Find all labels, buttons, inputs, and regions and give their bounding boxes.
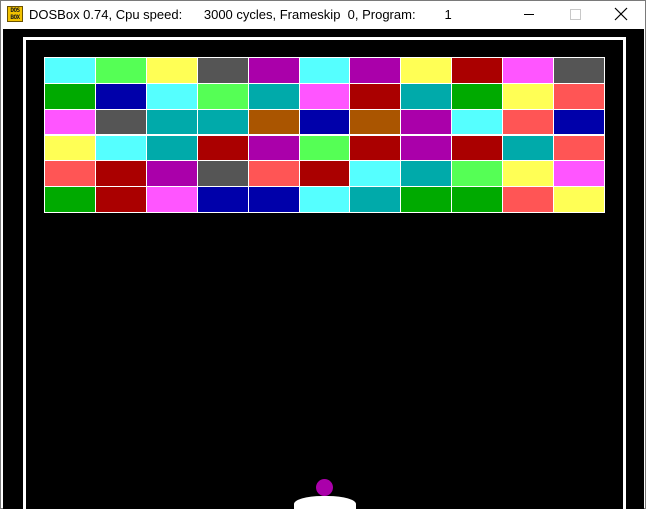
brick: [146, 58, 197, 83]
brick: [401, 83, 452, 109]
brick: [401, 135, 452, 161]
brick: [452, 161, 503, 187]
brick: [197, 58, 248, 83]
brick: [350, 58, 401, 83]
brick: [248, 58, 299, 83]
brick: [95, 161, 146, 187]
paddle[interactable]: [294, 496, 356, 509]
brick: [146, 187, 197, 212]
brick: [401, 109, 452, 135]
brick: [350, 161, 401, 187]
brick: [299, 58, 350, 83]
brick: [401, 161, 452, 187]
brick: [452, 83, 503, 109]
brick: [197, 187, 248, 212]
brick: [554, 83, 604, 109]
brick: [350, 135, 401, 161]
brick: [452, 187, 503, 212]
ball: [316, 479, 333, 496]
brick: [554, 135, 604, 161]
brick: [95, 187, 146, 212]
brick: [401, 58, 452, 83]
brick: [248, 187, 299, 212]
brick: [554, 161, 604, 187]
maximize-icon: [570, 9, 581, 20]
brick: [554, 58, 604, 83]
brick: [95, 109, 146, 135]
brick: [299, 109, 350, 135]
brick: [554, 109, 604, 135]
brick: [197, 135, 248, 161]
brick: [248, 109, 299, 135]
brick: [401, 187, 452, 212]
brick: [197, 83, 248, 109]
close-button[interactable]: [598, 1, 644, 28]
brick: [299, 83, 350, 109]
brick: [350, 187, 401, 212]
brick: [45, 187, 95, 212]
brick: [299, 135, 350, 161]
brick: [45, 135, 95, 161]
brick: [248, 83, 299, 109]
brick: [452, 58, 503, 83]
brick: [299, 161, 350, 187]
dosbox-window: DOS BOX DOSBox 0.74, Cpu speed: 3000 cycl…: [0, 0, 646, 509]
brick: [146, 83, 197, 109]
title-bar[interactable]: DOS BOX DOSBox 0.74, Cpu speed: 3000 cycl…: [1, 1, 645, 28]
brick: [299, 187, 350, 212]
dosbox-app-icon[interactable]: DOS BOX: [7, 6, 23, 22]
brick: [95, 135, 146, 161]
brick: [146, 161, 197, 187]
close-icon: [614, 7, 628, 21]
brick: [452, 135, 503, 161]
brick: [197, 161, 248, 187]
brick: [554, 187, 604, 212]
minimize-button[interactable]: [506, 1, 552, 28]
brick: [146, 135, 197, 161]
brick: [503, 83, 554, 109]
brick: [503, 58, 554, 83]
brick: [45, 83, 95, 109]
brick: [45, 109, 95, 135]
game-screen[interactable]: [3, 29, 644, 509]
brick-wall: [44, 57, 605, 213]
brick: [45, 58, 95, 83]
brick: [350, 109, 401, 135]
brick: [146, 109, 197, 135]
brick: [248, 135, 299, 161]
brick: [503, 135, 554, 161]
brick: [95, 58, 146, 83]
minimize-icon: [524, 14, 534, 15]
maximize-button[interactable]: [552, 1, 598, 28]
brick: [95, 83, 146, 109]
brick: [248, 161, 299, 187]
brick: [503, 161, 554, 187]
brick: [503, 109, 554, 135]
brick: [503, 187, 554, 212]
brick: [45, 161, 95, 187]
brick: [350, 83, 401, 109]
brick: [197, 109, 248, 135]
brick: [452, 109, 503, 135]
window-title: DOSBox 0.74, Cpu speed: 3000 cycles, Fra…: [29, 7, 452, 22]
